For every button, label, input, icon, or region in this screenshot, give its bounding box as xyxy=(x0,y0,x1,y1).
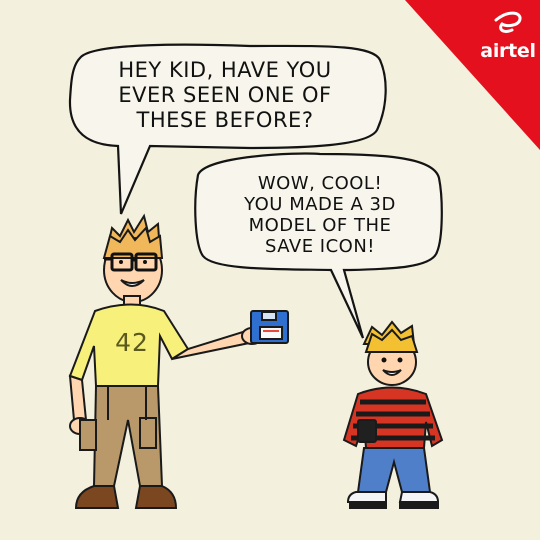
shirt-number-42: 42 xyxy=(115,328,149,357)
kid-character xyxy=(342,320,444,509)
floppy-disk-icon xyxy=(250,310,289,344)
speech-adult-text: HEY KID, HAVE YOU EVER SEEN ONE OF THESE… xyxy=(118,58,332,132)
speech-kid-text: WOW, COOL! YOU MADE A 3D MODEL OF THE SA… xyxy=(244,173,396,257)
brand-name: airtel xyxy=(480,40,536,62)
